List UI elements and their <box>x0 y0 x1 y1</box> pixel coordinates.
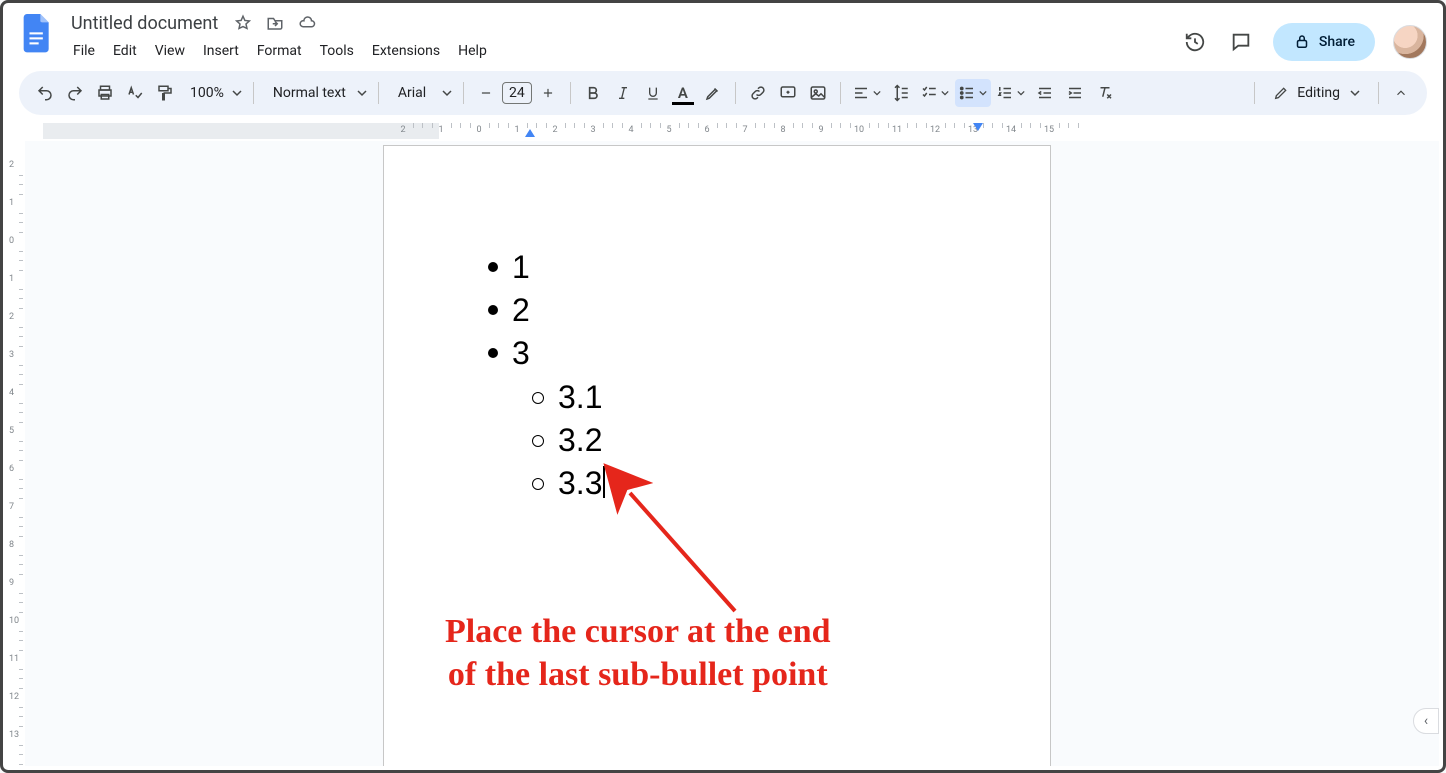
explore-button[interactable]: ‹ <box>1413 708 1439 734</box>
list-item: 3.2 <box>480 419 605 462</box>
menu-view[interactable]: View <box>147 39 193 63</box>
vertical-ruler[interactable]: 21012345678910111213 <box>5 141 23 762</box>
highlight-button[interactable] <box>699 79 727 107</box>
italic-button[interactable] <box>609 79 637 107</box>
menubar: File Edit View Insert Format Tools Exten… <box>65 39 495 63</box>
checklist-button[interactable] <box>917 79 953 107</box>
undo-button[interactable] <box>31 79 59 107</box>
doc-content[interactable]: 1 2 3 3.1 3.2 3.3 <box>480 246 605 505</box>
bulleted-list-button[interactable] <box>955 79 991 107</box>
indent-decrease-button[interactable] <box>1031 79 1059 107</box>
editing-mode-button[interactable]: Editing <box>1263 79 1370 107</box>
avatar[interactable] <box>1393 25 1427 59</box>
doc-title[interactable]: Untitled document <box>65 11 224 36</box>
history-icon[interactable] <box>1181 28 1209 56</box>
annotation-text: Place the cursor at the end of the last … <box>445 611 831 696</box>
font-size-decrease[interactable] <box>472 79 500 107</box>
clear-formatting-button[interactable] <box>1091 79 1119 107</box>
list-item: 3.3 <box>480 462 605 505</box>
move-icon[interactable] <box>266 14 284 32</box>
print-button[interactable] <box>91 79 119 107</box>
font-size-input[interactable]: 24 <box>502 82 532 104</box>
paint-format-button[interactable] <box>151 79 179 107</box>
list-item: 3 <box>480 332 605 375</box>
comments-icon[interactable] <box>1227 28 1255 56</box>
bold-button[interactable] <box>579 79 607 107</box>
menu-insert[interactable]: Insert <box>195 39 247 63</box>
spellcheck-button[interactable] <box>121 79 149 107</box>
zoom-dropdown[interactable]: 100% <box>181 79 245 107</box>
text-color-button[interactable]: A <box>669 79 697 107</box>
toolbar: 100% Normal text Arial 24 A <box>19 71 1427 115</box>
menu-format[interactable]: Format <box>249 39 310 63</box>
horizontal-ruler[interactable]: 210123456789101112131415 <box>43 123 1433 141</box>
star-icon[interactable] <box>234 14 252 32</box>
line-spacing-button[interactable] <box>887 79 915 107</box>
redo-button[interactable] <box>61 79 89 107</box>
link-button[interactable] <box>744 79 772 107</box>
font-size-increase[interactable] <box>534 79 562 107</box>
align-button[interactable] <box>849 79 885 107</box>
menu-extensions[interactable]: Extensions <box>364 39 448 63</box>
numbered-list-button[interactable] <box>993 79 1029 107</box>
styles-dropdown[interactable]: Normal text <box>262 79 370 107</box>
list-item: 3.1 <box>480 376 605 419</box>
menu-edit[interactable]: Edit <box>105 39 145 63</box>
menu-help[interactable]: Help <box>450 39 495 63</box>
menu-file[interactable]: File <box>65 39 103 63</box>
indent-increase-button[interactable] <box>1061 79 1089 107</box>
image-button[interactable] <box>804 79 832 107</box>
font-dropdown[interactable]: Arial <box>387 79 455 107</box>
menu-tools[interactable]: Tools <box>312 39 362 63</box>
share-label: Share <box>1319 34 1355 50</box>
cloud-status-icon[interactable] <box>298 14 316 32</box>
text-cursor <box>603 466 605 498</box>
docs-logo[interactable] <box>19 11 55 57</box>
list-item: 2 <box>480 289 605 332</box>
doc-canvas[interactable]: 1 2 3 3.1 3.2 3.3 Place the cursor at th… <box>25 141 1439 766</box>
collapse-toolbar-button[interactable] <box>1387 79 1415 107</box>
comment-button[interactable] <box>774 79 802 107</box>
list-item: 1 <box>480 246 605 289</box>
share-button[interactable]: Share <box>1273 23 1375 61</box>
underline-button[interactable] <box>639 79 667 107</box>
